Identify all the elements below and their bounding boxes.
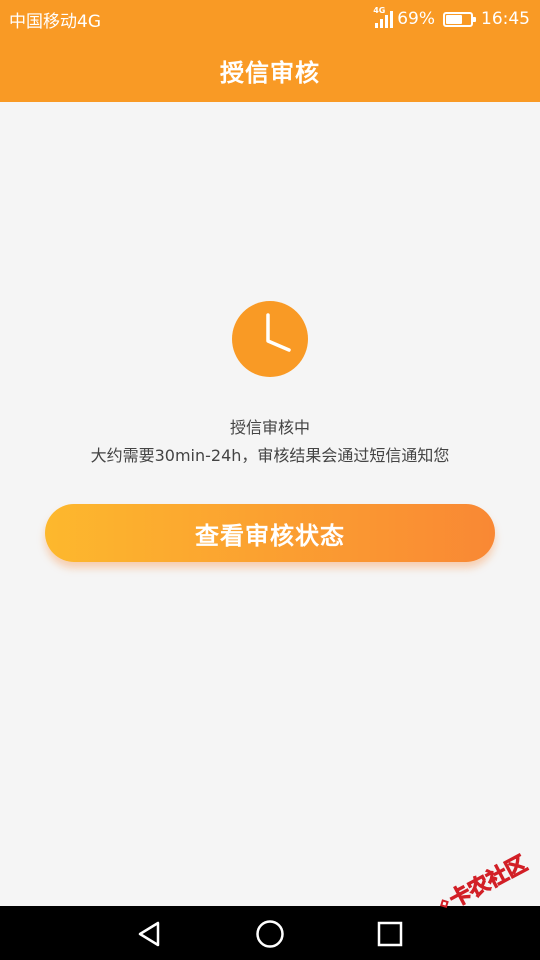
battery-fill	[446, 14, 462, 24]
watermark-text: 卡农社区	[445, 851, 531, 913]
page-title: 授信审核	[220, 58, 320, 87]
clock-icon	[232, 301, 308, 377]
check-review-status-button[interactable]: 查看审核状态	[45, 504, 495, 562]
review-status-title: 授信审核中	[229, 418, 310, 437]
signal-icon: 4G	[373, 6, 394, 28]
clock-time: 16:45	[481, 9, 530, 29]
review-status-description: 大约需要30min-24h，审核结果会通过短信通知您	[90, 446, 450, 465]
carrier-label: 中国移动4G	[9, 11, 101, 32]
status-bar: 中国移动4G 4G 69% 16:45	[0, 0, 540, 38]
back-icon[interactable]	[136, 920, 164, 948]
home-icon[interactable]	[255, 919, 285, 949]
status-bar-right: 4G 69% 16:45	[373, 6, 530, 29]
battery-percent: 69%	[397, 9, 435, 29]
network-type-label: 4G	[373, 6, 386, 15]
recent-apps-icon[interactable]	[377, 921, 403, 947]
battery-icon	[443, 11, 476, 27]
title-bar: 授信审核	[0, 38, 540, 102]
status-icons: 4G 69%	[373, 6, 435, 29]
